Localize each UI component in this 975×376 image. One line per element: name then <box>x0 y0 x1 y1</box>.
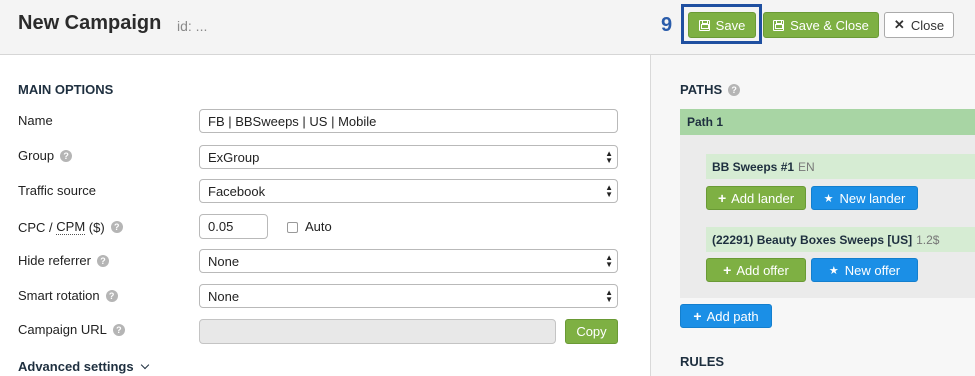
cpc-label: CPC / CPM ($) ? <box>18 219 123 235</box>
help-icon[interactable]: ? <box>96 254 109 267</box>
paths-heading: PATHS ? <box>680 82 741 97</box>
help-icon[interactable]: ? <box>60 149 73 162</box>
paths-heading-text: PATHS <box>680 82 723 97</box>
auto-label: Auto <box>305 219 332 234</box>
traffic-source-label-text: Traffic source <box>18 183 97 198</box>
smart-rotation-select[interactable]: None ▲ ▼ <box>199 284 618 308</box>
panel-divider <box>650 55 651 376</box>
new-lander-label: New lander <box>839 190 906 206</box>
lander-language: EN <box>798 159 815 174</box>
name-label-text: Name <box>18 113 53 128</box>
cpc-unit-text: ($) <box>85 219 105 235</box>
path-header[interactable]: Path 1 <box>680 109 975 135</box>
traffic-source-select[interactable]: Facebook ▲ ▼ <box>199 179 618 203</box>
advanced-settings-toggle[interactable]: Advanced settings <box>18 359 149 374</box>
name-input[interactable]: FB | BBSweeps | US | Mobile <box>199 109 618 133</box>
help-icon[interactable]: ? <box>112 323 125 336</box>
save-icon <box>698 19 710 31</box>
smart-rotation-label-text: Smart rotation <box>18 288 100 303</box>
group-label-text: Group <box>18 148 55 163</box>
add-lander-label: Add lander <box>731 190 795 206</box>
close-button[interactable]: ✕ Close <box>884 12 954 38</box>
hide-referrer-label: Hide referrer ? <box>18 253 109 268</box>
hide-referrer-label-text: Hide referrer <box>18 253 91 268</box>
star-icon: ★ <box>823 192 834 205</box>
cpc-label-text: CPC / <box>18 219 57 235</box>
help-icon[interactable]: ? <box>728 83 741 96</box>
smart-rotation-label: Smart rotation ? <box>18 288 118 303</box>
campaign-url-label: Campaign URL ? <box>18 322 125 337</box>
cpm-label-text: CPM <box>56 219 86 235</box>
lander-name: BB Sweeps #1 <box>712 159 795 174</box>
select-arrows-icon: ▲ ▼ <box>605 253 613 269</box>
traffic-source-label: Traffic source <box>18 183 96 198</box>
group-select-value: ExGroup <box>208 149 260 165</box>
select-arrows-icon: ▲ ▼ <box>605 288 613 304</box>
add-path-button[interactable]: + Add path <box>680 304 772 328</box>
save-and-close-label: Save & Close <box>790 17 869 33</box>
lander-group-header: BB Sweeps #1 EN <box>706 154 975 179</box>
save-button[interactable]: Save <box>688 12 756 38</box>
main-options-heading: MAIN OPTIONS <box>18 82 114 97</box>
new-lander-button[interactable]: ★ New lander <box>811 186 918 210</box>
star-icon: ★ <box>828 264 839 277</box>
offer-group-header: (22291) Beauty Boxes Sweeps [US] 1.2$ <box>706 227 975 252</box>
name-label: Name <box>18 113 53 128</box>
add-offer-button[interactable]: + Add offer <box>706 258 806 282</box>
save-and-close-button[interactable]: Save & Close <box>763 12 879 38</box>
step-number-annotation: 9 <box>661 14 673 36</box>
group-label: Group ? <box>18 148 73 163</box>
help-icon[interactable]: ? <box>110 221 123 233</box>
auto-checkbox[interactable] <box>287 222 298 233</box>
campaign-url-input <box>199 319 556 344</box>
select-arrows-icon: ▲ ▼ <box>605 183 613 199</box>
offer-payout: 1.2$ <box>916 232 940 247</box>
close-button-label: Close <box>910 17 945 33</box>
new-offer-label: New offer <box>844 262 901 278</box>
add-path-label: Add path <box>706 308 759 324</box>
new-offer-button[interactable]: ★ New offer <box>811 258 918 282</box>
hide-referrer-value: None <box>208 253 240 269</box>
plus-icon: + <box>723 262 732 278</box>
hide-referrer-select[interactable]: None ▲ ▼ <box>199 249 618 273</box>
add-offer-label: Add offer <box>736 262 789 278</box>
campaign-id: id: ... <box>177 18 208 34</box>
group-select[interactable]: ExGroup ▲ ▼ <box>199 145 618 169</box>
plus-icon: + <box>717 190 727 206</box>
advanced-settings-label: Advanced settings <box>18 359 134 374</box>
chevron-down-icon <box>140 360 149 369</box>
add-lander-button[interactable]: + Add lander <box>706 186 806 210</box>
copy-button[interactable]: Copy <box>565 319 618 344</box>
smart-rotation-value: None <box>208 288 240 304</box>
page-header: New Campaign id: ... 9 Save Save & Close… <box>0 0 975 55</box>
campaign-url-label-text: Campaign URL <box>18 322 107 337</box>
plus-icon: + <box>693 308 702 324</box>
offer-name: (22291) Beauty Boxes Sweeps [US] <box>712 232 913 247</box>
traffic-source-value: Facebook <box>208 183 266 199</box>
page-title: New Campaign <box>18 12 162 34</box>
close-icon: ✕ <box>893 17 905 32</box>
help-icon[interactable]: ? <box>105 289 118 302</box>
save-button-label: Save <box>715 17 746 33</box>
select-arrows-icon: ▲ ▼ <box>605 149 613 165</box>
save-icon <box>773 19 785 31</box>
rules-heading: RULES <box>680 354 725 369</box>
cpc-input[interactable]: 0.05 <box>199 214 268 239</box>
